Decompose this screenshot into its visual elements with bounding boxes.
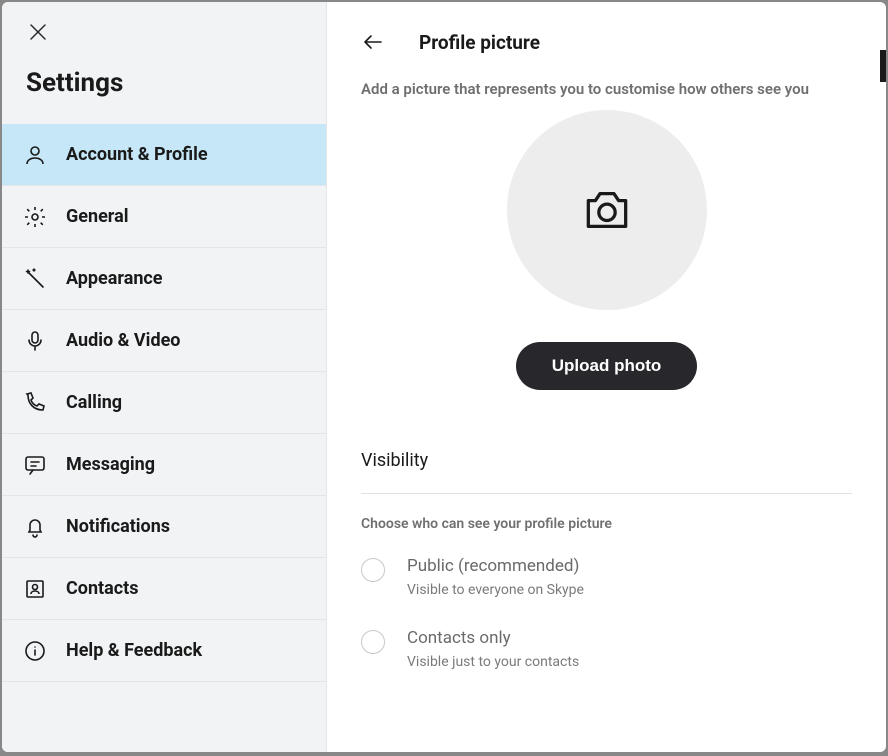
- sidebar-item-calling[interactable]: Calling: [2, 372, 326, 434]
- sidebar-item-label: Calling: [66, 392, 122, 413]
- bell-icon: [22, 514, 48, 540]
- visibility-section-label: Visibility: [361, 450, 852, 494]
- sidebar-item-notifications[interactable]: Notifications: [2, 496, 326, 558]
- content-pane: Profile picture Add a picture that repre…: [327, 2, 886, 752]
- microphone-icon: [22, 328, 48, 354]
- radio-texts: Contacts only Visible just to your conta…: [407, 628, 579, 670]
- sidebar-item-audio-video[interactable]: Audio & Video: [2, 310, 326, 372]
- radio-title: Public (recommended): [407, 556, 584, 576]
- radio-icon: [361, 630, 385, 654]
- avatar-placeholder[interactable]: [507, 110, 707, 310]
- upload-photo-button[interactable]: Upload photo: [516, 342, 698, 390]
- sidebar-item-label: General: [66, 206, 129, 227]
- sidebar-item-label: Contacts: [66, 578, 138, 599]
- page-subtitle: Add a picture that represents you to cus…: [361, 80, 852, 98]
- avatar-section: Upload photo: [361, 110, 852, 390]
- visibility-hint: Choose who can see your profile picture: [361, 516, 852, 532]
- sidebar-header: Settings: [2, 2, 326, 108]
- info-icon: [22, 638, 48, 664]
- sidebar-item-contacts[interactable]: Contacts: [2, 558, 326, 620]
- close-icon: [29, 23, 47, 41]
- sidebar-item-label: Audio & Video: [66, 330, 180, 351]
- gear-icon: [22, 204, 48, 230]
- sidebar-item-label: Appearance: [66, 268, 163, 289]
- arrow-left-icon: [361, 30, 385, 54]
- content-header: Profile picture: [361, 30, 852, 54]
- visibility-option-public[interactable]: Public (recommended) Visible to everyone…: [361, 556, 852, 598]
- sidebar-item-label: Messaging: [66, 454, 155, 475]
- sidebar-nav: Account & Profile General Appearance Aud…: [2, 124, 326, 682]
- phone-icon: [22, 390, 48, 416]
- close-button[interactable]: [26, 20, 50, 44]
- radio-desc: Visible to everyone on Skype: [407, 582, 584, 598]
- sidebar-item-label: Notifications: [66, 516, 170, 537]
- sidebar: Settings Account & Profile General Appea: [2, 2, 327, 752]
- visibility-option-contacts[interactable]: Contacts only Visible just to your conta…: [361, 628, 852, 670]
- message-icon: [22, 452, 48, 478]
- sidebar-title: Settings: [26, 68, 302, 98]
- sidebar-item-account-profile[interactable]: Account & Profile: [2, 124, 326, 186]
- scrollbar-mark[interactable]: [880, 50, 886, 82]
- sidebar-item-label: Help & Feedback: [66, 640, 202, 661]
- sidebar-item-general[interactable]: General: [2, 186, 326, 248]
- page-title: Profile picture: [419, 31, 540, 54]
- sidebar-item-appearance[interactable]: Appearance: [2, 248, 326, 310]
- radio-texts: Public (recommended) Visible to everyone…: [407, 556, 584, 598]
- sidebar-item-messaging[interactable]: Messaging: [2, 434, 326, 496]
- settings-window: Settings Account & Profile General Appea: [2, 2, 886, 752]
- back-button[interactable]: [361, 30, 385, 54]
- radio-icon: [361, 558, 385, 582]
- sidebar-item-label: Account & Profile: [66, 144, 208, 165]
- camera-icon: [579, 182, 635, 238]
- contacts-icon: [22, 576, 48, 602]
- radio-title: Contacts only: [407, 628, 579, 648]
- sidebar-item-help-feedback[interactable]: Help & Feedback: [2, 620, 326, 682]
- wand-icon: [22, 266, 48, 292]
- person-icon: [22, 142, 48, 168]
- radio-desc: Visible just to your contacts: [407, 654, 579, 670]
